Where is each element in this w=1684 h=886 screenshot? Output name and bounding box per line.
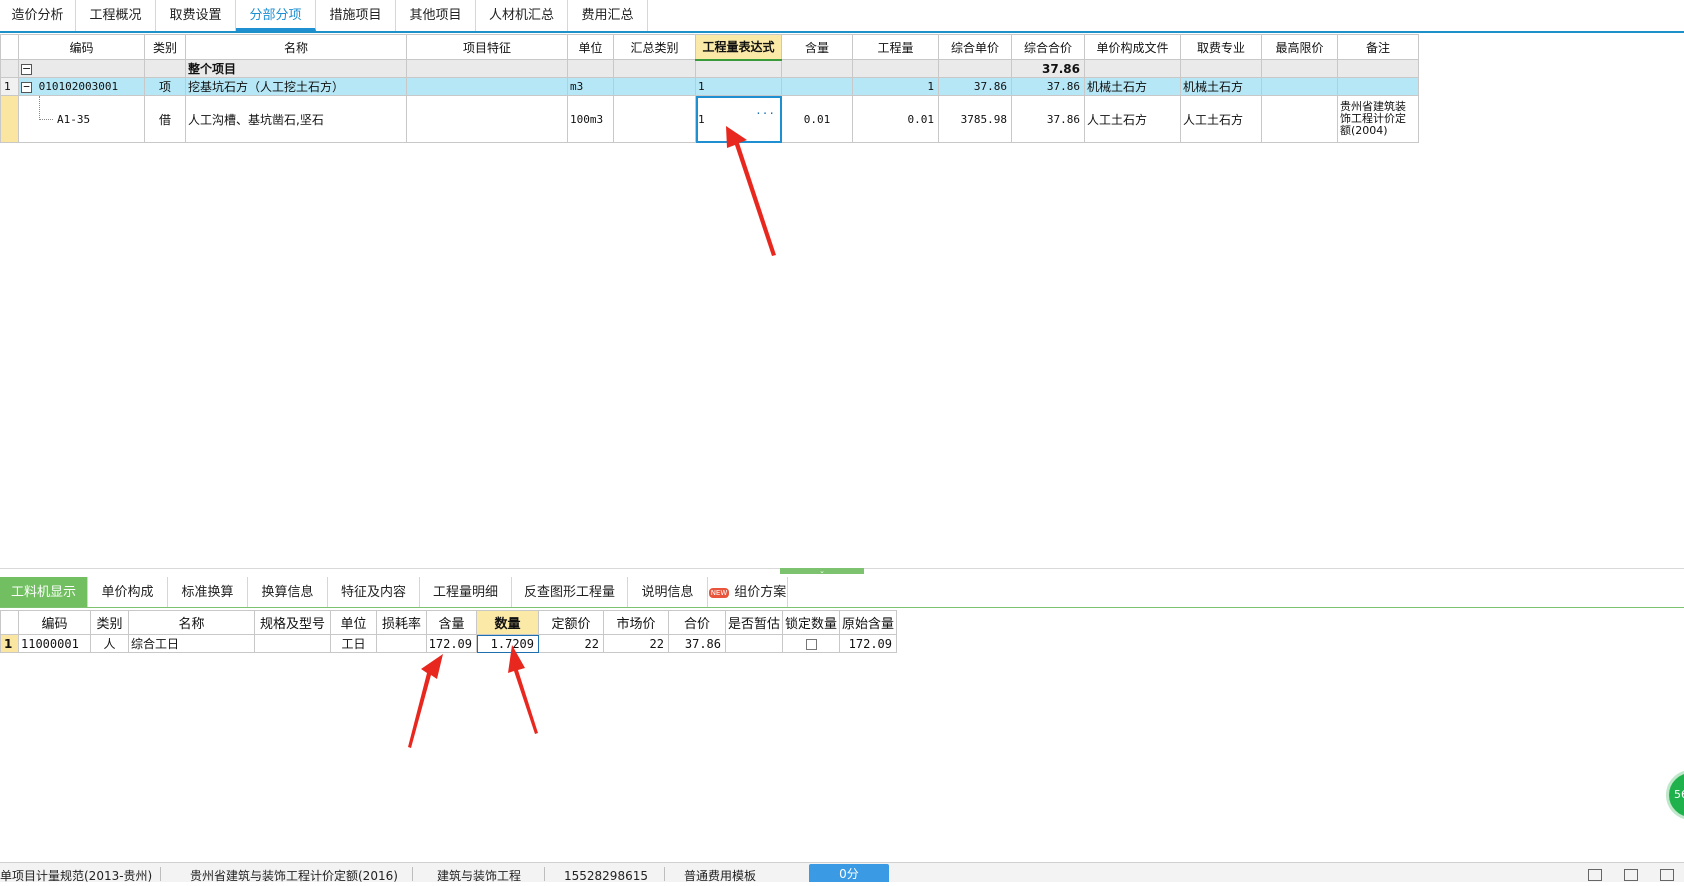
score-badge[interactable]: 0分 bbox=[809, 864, 889, 882]
view-mode-icon[interactable] bbox=[1588, 869, 1602, 881]
status-discipline: 建筑与装饰工程 bbox=[437, 869, 522, 883]
status-separator bbox=[664, 867, 665, 881]
status-separator bbox=[412, 867, 413, 881]
red-arrow-icon bbox=[726, 126, 776, 256]
status-fee-template: 普通费用模板 bbox=[684, 869, 757, 883]
status-quota: 贵州省建筑与装饰工程计价定额(2016) bbox=[190, 869, 398, 883]
status-phone: 15528298615 bbox=[564, 869, 648, 883]
status-separator bbox=[544, 867, 545, 881]
status-spec: 单项目计量规范(2013-贵州) bbox=[0, 869, 153, 883]
status-separator bbox=[160, 867, 161, 881]
annotation-overlay bbox=[408, 126, 776, 748]
list-view-icon[interactable] bbox=[1624, 869, 1638, 881]
red-arrow-icon bbox=[408, 654, 443, 748]
grid-view-icon[interactable] bbox=[1660, 869, 1674, 881]
red-arrow-icon bbox=[508, 645, 538, 734]
